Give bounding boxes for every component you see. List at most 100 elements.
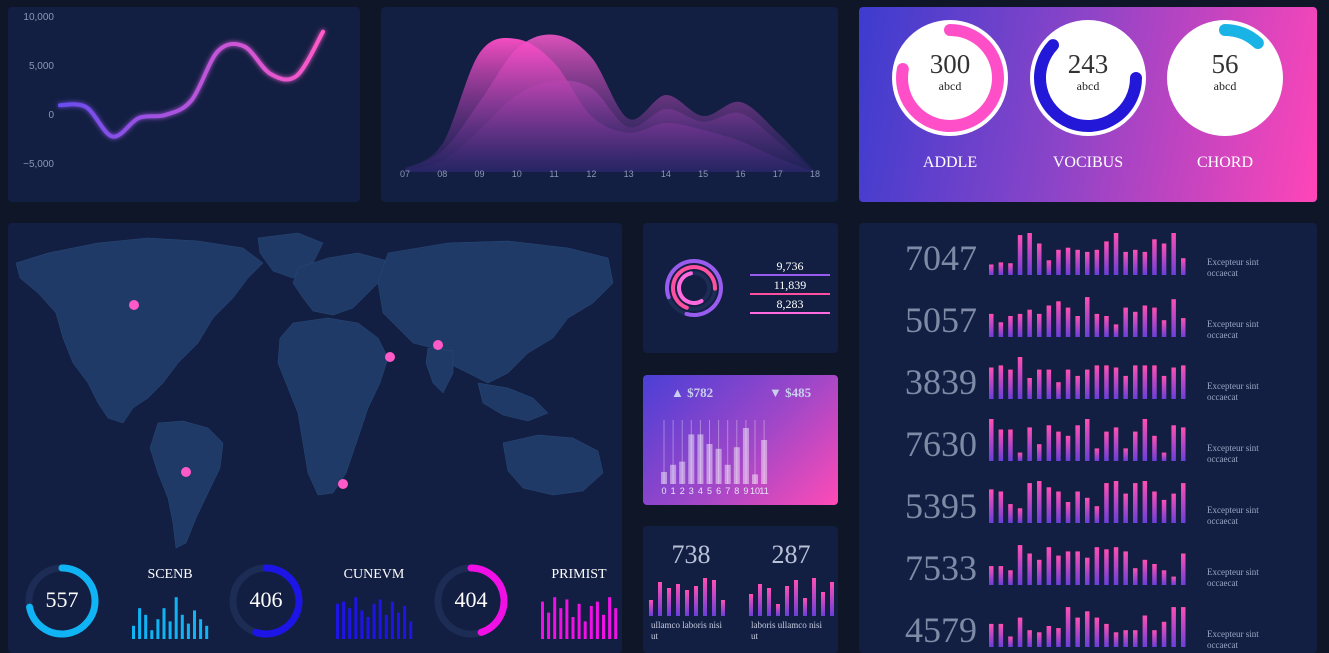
mini-bar — [758, 584, 762, 616]
kpi-bar — [1123, 493, 1128, 523]
kpi-bar — [1027, 427, 1032, 461]
map-point-south-america[interactable] — [181, 467, 191, 477]
kpi-bar — [1161, 570, 1167, 585]
mini-bar — [830, 582, 834, 616]
map-point-north-america[interactable] — [129, 300, 139, 310]
kpi-bar — [1008, 570, 1013, 585]
kpi-bar — [1142, 305, 1148, 337]
mini-bar — [776, 604, 780, 616]
kpi-caption: Excepteur sint occaecat — [1207, 257, 1259, 278]
mini-number: 738 — [671, 540, 711, 569]
kpi-bar — [1046, 305, 1052, 337]
kpi-number: 4579 — [905, 610, 977, 650]
kpi-bar — [1094, 249, 1100, 275]
stat-bar — [565, 599, 569, 639]
x-tick-label: 16 — [735, 169, 745, 179]
line-chart-panel: 10,000 5,000 0 −5,000 — [8, 7, 360, 202]
kpi-bar — [1075, 491, 1080, 523]
kpi-bar-chart — [989, 297, 1186, 337]
kpi-bar — [1171, 576, 1176, 585]
rings-panel: 9,736 11,839 8,283 — [643, 223, 838, 353]
kpi-bar — [1027, 309, 1032, 337]
map-point-south-asia[interactable] — [433, 340, 443, 350]
mini-bar — [667, 588, 671, 616]
kpi-bar — [1085, 611, 1090, 647]
price-bar-label: 0 — [661, 486, 666, 496]
kpi-bar — [1008, 504, 1013, 523]
kpi-bar — [1056, 382, 1061, 399]
kpi-bar-chart — [989, 419, 1186, 461]
stat-bar — [541, 601, 544, 639]
price-bar-label: 3 — [689, 486, 694, 496]
x-tick-label: 17 — [773, 169, 783, 179]
stat-bar — [199, 619, 203, 639]
mini-bar — [767, 588, 771, 616]
kpi-bar-chart — [989, 357, 1186, 399]
kpi-bar — [1152, 630, 1157, 647]
kpi-bar — [1085, 251, 1090, 275]
kpi-bar — [1171, 233, 1176, 275]
map-point-south-africa[interactable] — [338, 479, 348, 489]
kpi-bar — [1094, 313, 1100, 337]
kpi-bar — [998, 491, 1004, 523]
price-bar — [715, 448, 722, 484]
price-bar — [679, 461, 686, 484]
kpi-caption: Excepteur sint occaecat — [1207, 629, 1259, 650]
stat-bar — [602, 614, 605, 639]
stat-bar — [384, 614, 388, 639]
kpi-bar-chart — [989, 481, 1186, 523]
kpi-bar — [1161, 243, 1167, 275]
kpi-bar — [1017, 452, 1023, 461]
price-bar — [742, 428, 749, 484]
kpi-bar — [1152, 435, 1157, 461]
stat-bar — [553, 597, 557, 639]
gauge-label: ADDLE — [922, 154, 978, 171]
stat-bar — [342, 601, 346, 639]
kpi-bar — [998, 429, 1004, 461]
map-point-middle-east[interactable] — [385, 352, 395, 362]
stat-bars — [336, 597, 413, 639]
kpi-bar — [1037, 481, 1042, 523]
rings-chart — [665, 259, 723, 317]
kpi-bar — [1181, 427, 1186, 461]
kpi-bar — [1065, 369, 1071, 399]
mini-caption: laboris ullamco nisi ut — [751, 620, 822, 641]
kpi-bar — [1085, 497, 1090, 523]
kpi-bar — [1113, 367, 1119, 399]
stat-bar — [168, 621, 172, 639]
kpi-bar — [1085, 419, 1090, 461]
kpi-bar — [1113, 324, 1119, 337]
kpi-bar — [1152, 365, 1157, 399]
kpi-bar — [1037, 243, 1042, 275]
stat-bar — [162, 608, 166, 639]
mini-bar — [812, 578, 816, 616]
price-bar — [724, 464, 731, 484]
kpi-bar — [1133, 483, 1138, 523]
kpi-bar — [1171, 607, 1176, 647]
kpi-bar — [1056, 431, 1061, 461]
kpi-bar — [1104, 316, 1109, 337]
kpi-bar — [998, 322, 1004, 337]
stat-bar — [403, 606, 407, 639]
mini-bar — [676, 584, 680, 616]
stat-value: 406 — [249, 587, 283, 612]
kpi-bar — [1104, 549, 1109, 585]
kpi-bar — [1037, 369, 1042, 399]
y-tick-label: 5,000 — [29, 61, 54, 72]
continent-australia — [502, 434, 604, 496]
mini-bar — [785, 586, 789, 616]
mini-bar — [703, 578, 707, 616]
x-tick-label: 15 — [698, 169, 708, 179]
y-tick-label: 0 — [48, 110, 54, 121]
stat-bar — [174, 597, 178, 639]
price-bar — [706, 444, 713, 484]
kpi-bar — [1133, 249, 1138, 275]
mini-bar — [685, 590, 689, 616]
gauge-label: VOCIBUS — [1052, 154, 1124, 171]
kpi-bar — [1104, 483, 1109, 523]
stat-bar — [583, 621, 587, 639]
kpi-bar — [1133, 365, 1138, 399]
kpi-bar — [1056, 249, 1061, 275]
mini-bar — [803, 598, 807, 616]
kpi-bar — [1008, 369, 1013, 399]
